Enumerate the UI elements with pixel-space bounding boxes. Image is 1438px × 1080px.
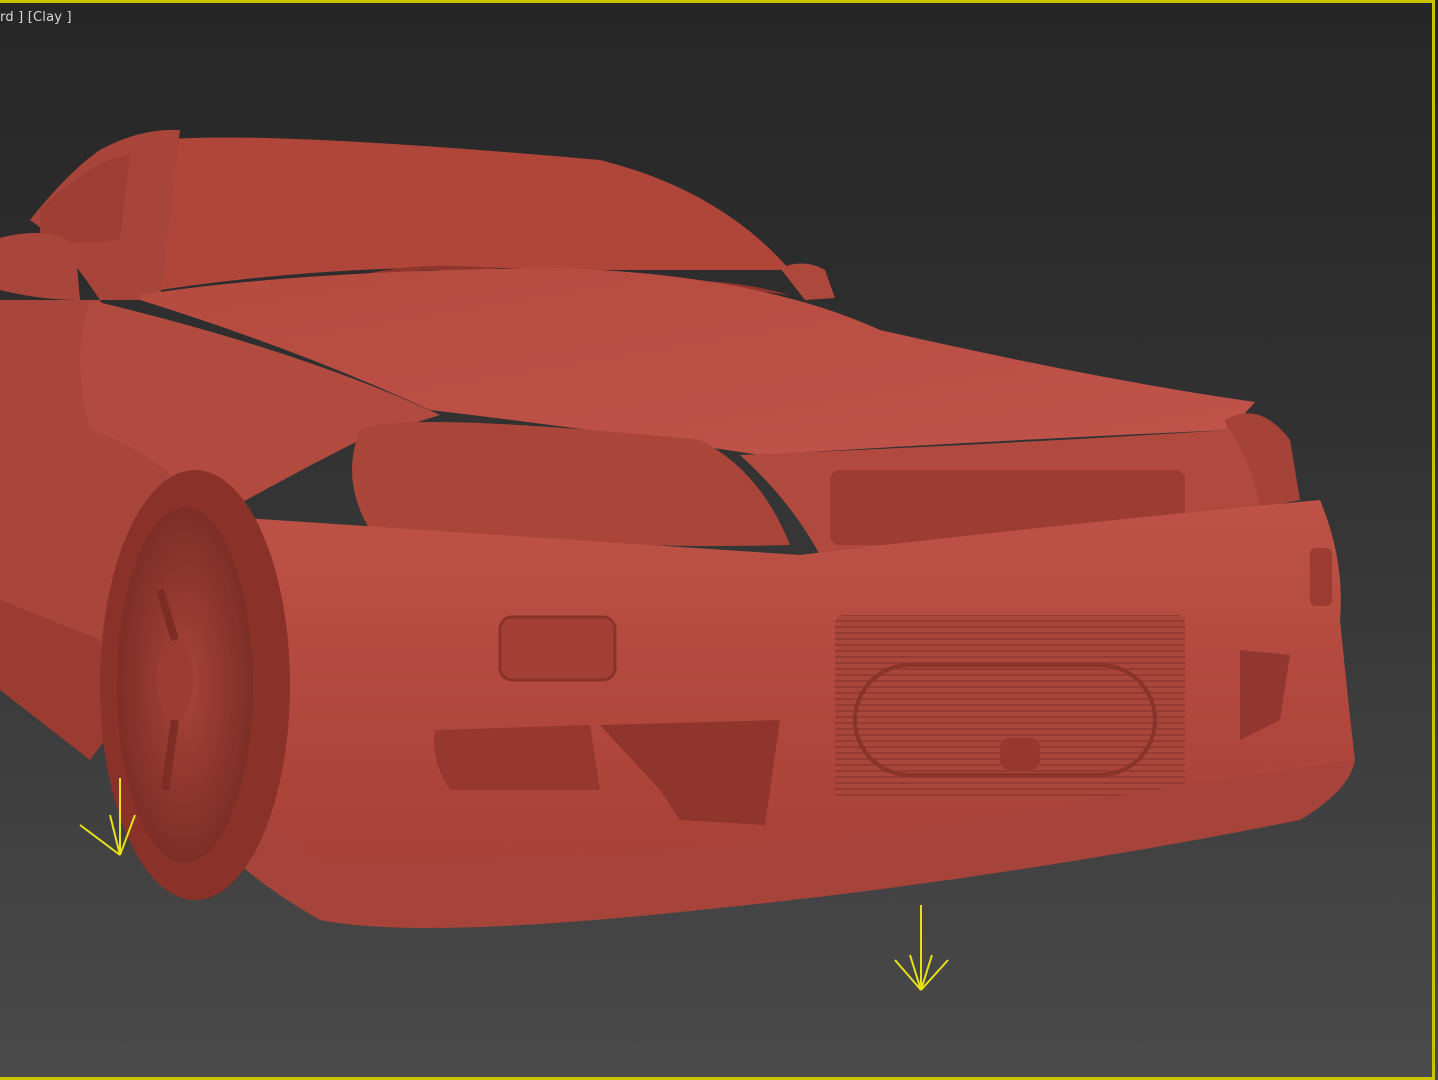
turn-signal-left	[498, 615, 617, 682]
turn-signal-right	[1310, 548, 1332, 606]
viewport-label[interactable]: rd ] [Clay ]	[0, 10, 72, 25]
gizmo-arrow-bottom	[894, 905, 949, 991]
tow-hook	[1000, 738, 1040, 770]
wheel-hub	[157, 640, 193, 720]
viewport-3d[interactable]: rd ] [Clay ]	[0, 0, 1438, 1080]
side-mirror-left	[0, 232, 80, 300]
lower-intake-left	[434, 725, 600, 790]
car-clay-model[interactable]	[0, 0, 1438, 1080]
